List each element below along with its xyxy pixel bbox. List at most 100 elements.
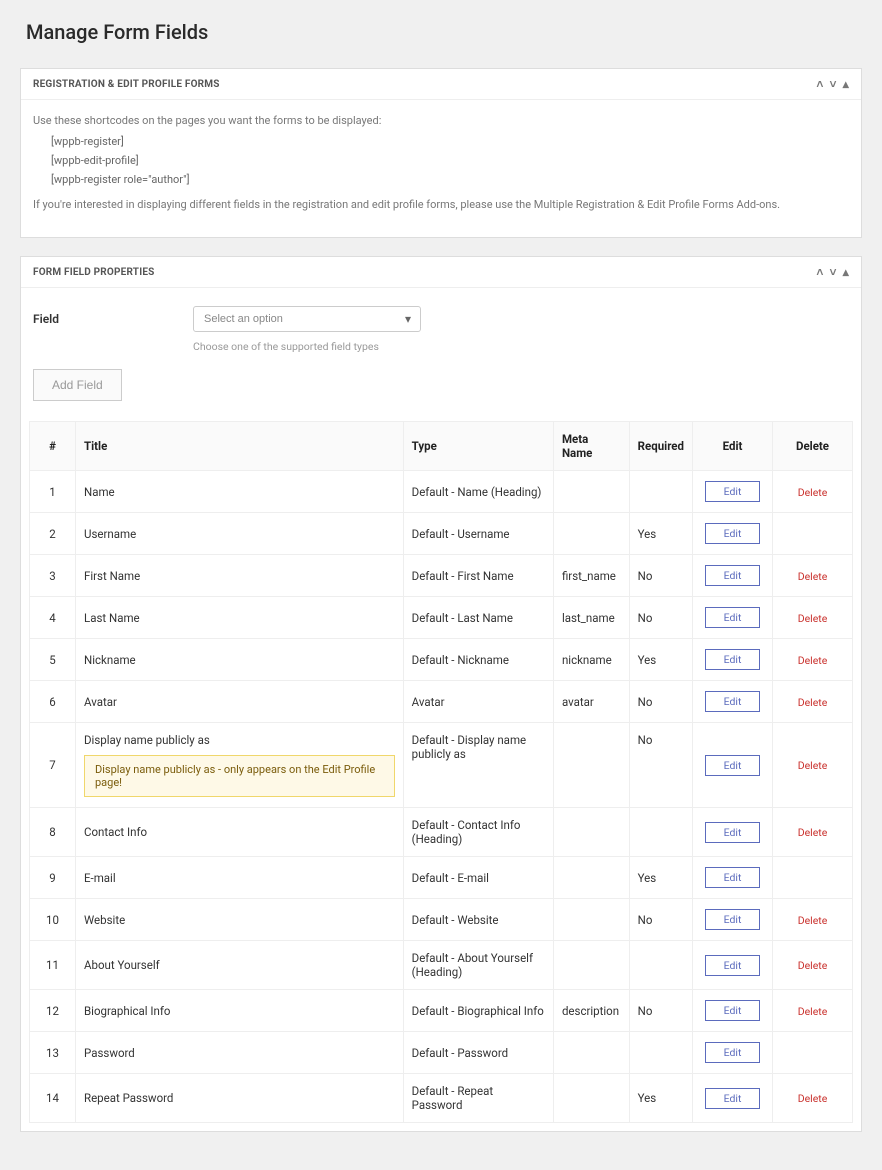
chevron-up-icon[interactable]: ˄ (816, 77, 823, 91)
collapse-icon[interactable]: ▴ (843, 77, 849, 91)
cell-edit: Edit (693, 899, 773, 941)
cell-required: No (629, 723, 692, 808)
cell-delete (773, 857, 853, 899)
delete-link[interactable]: Delete (798, 486, 828, 499)
cell-required: No (629, 555, 692, 597)
cell-delete (773, 1032, 853, 1074)
edit-button[interactable]: Edit (705, 481, 761, 502)
edit-button[interactable]: Edit (705, 909, 761, 930)
cell-title: Biographical Info (76, 990, 404, 1032)
col-type: Type (403, 422, 553, 471)
cell-meta: last_name (553, 597, 629, 639)
edit-button[interactable]: Edit (705, 565, 761, 586)
field-type-select[interactable]: Select an option (193, 306, 421, 332)
delete-link[interactable]: Delete (798, 570, 828, 583)
cell-title: Name (76, 471, 404, 513)
cell-required: No (629, 899, 692, 941)
fields-table: # Title Type Meta Name Required Edit Del… (29, 421, 853, 1123)
col-num: # (30, 422, 76, 471)
edit-button[interactable]: Edit (705, 822, 761, 843)
cell-type: Default - E-mail (403, 857, 553, 899)
delete-link[interactable]: Delete (798, 959, 828, 972)
edit-button[interactable]: Edit (705, 1042, 761, 1063)
field-label: Field (33, 312, 193, 326)
delete-link[interactable]: Delete (798, 654, 828, 667)
table-row: 10WebsiteDefault - WebsiteNoEditDelete (30, 899, 853, 941)
cell-type: Default - About Yourself (Heading) (403, 941, 553, 990)
cell-meta (553, 723, 629, 808)
field-type-row: Field Select an option (21, 288, 861, 338)
cell-title: Contact Info (76, 808, 404, 857)
edit-button[interactable]: Edit (705, 523, 761, 544)
cell-meta (553, 471, 629, 513)
table-row: 2UsernameDefault - UsernameYesEdit (30, 513, 853, 555)
cell-delete: Delete (773, 1074, 853, 1123)
add-field-button[interactable]: Add Field (33, 369, 122, 401)
field-type-select-wrap: Select an option (193, 306, 421, 332)
table-row: 6AvatarAvataravatarNoEditDelete (30, 681, 853, 723)
cell-title: Repeat Password (76, 1074, 404, 1123)
delete-link[interactable]: Delete (798, 759, 828, 772)
cell-required: No (629, 597, 692, 639)
chevron-down-icon[interactable]: ˅ (830, 77, 837, 91)
cell-num: 1 (30, 471, 76, 513)
table-row: 5NicknameDefault - NicknamenicknameYesEd… (30, 639, 853, 681)
delete-link[interactable]: Delete (798, 914, 828, 927)
cell-title: Avatar (76, 681, 404, 723)
panel-header: Form Field Properties ˄ ˅ ▴ (21, 257, 861, 288)
cell-type: Default - Biographical Info (403, 990, 553, 1032)
cell-required: Yes (629, 1074, 692, 1123)
delete-link[interactable]: Delete (798, 1092, 828, 1105)
edit-button[interactable]: Edit (705, 1000, 761, 1021)
edit-button[interactable]: Edit (705, 867, 761, 888)
panel-registration-forms: Registration & Edit Profile Forms ˄ ˅ ▴ … (20, 68, 862, 238)
cell-required: Yes (629, 857, 692, 899)
table-row: 4Last NameDefault - Last Namelast_nameNo… (30, 597, 853, 639)
edit-button[interactable]: Edit (705, 649, 761, 670)
shortcode-item: [wppb-register] (51, 135, 849, 148)
edit-button[interactable]: Edit (705, 1088, 761, 1109)
panel-header: Registration & Edit Profile Forms ˄ ˅ ▴ (21, 69, 861, 100)
col-edit: Edit (693, 422, 773, 471)
cell-meta (553, 941, 629, 990)
delete-link[interactable]: Delete (798, 612, 828, 625)
chevron-down-icon[interactable]: ˅ (830, 265, 837, 279)
table-row: 14Repeat PasswordDefault - Repeat Passwo… (30, 1074, 853, 1123)
cell-delete: Delete (773, 723, 853, 808)
cell-num: 5 (30, 639, 76, 681)
cell-delete: Delete (773, 555, 853, 597)
table-row: 8Contact InfoDefault - Contact Info (Hea… (30, 808, 853, 857)
cell-num: 4 (30, 597, 76, 639)
field-type-hint: Choose one of the supported field types (193, 338, 861, 369)
edit-button[interactable]: Edit (705, 955, 761, 976)
edit-button[interactable]: Edit (705, 691, 761, 712)
cell-delete: Delete (773, 808, 853, 857)
cell-edit: Edit (693, 555, 773, 597)
collapse-icon[interactable]: ▴ (843, 265, 849, 279)
cell-edit: Edit (693, 513, 773, 555)
note-text: If you're interested in displaying diffe… (33, 198, 849, 211)
cell-required (629, 808, 692, 857)
edit-button[interactable]: Edit (705, 607, 761, 628)
cell-meta (553, 857, 629, 899)
edit-button[interactable]: Edit (705, 755, 761, 776)
cell-num: 9 (30, 857, 76, 899)
delete-link[interactable]: Delete (798, 826, 828, 839)
table-row: 11About YourselfDefault - About Yourself… (30, 941, 853, 990)
cell-type: Default - Contact Info (Heading) (403, 808, 553, 857)
cell-required: No (629, 990, 692, 1032)
cell-title: First Name (76, 555, 404, 597)
cell-title: Password (76, 1032, 404, 1074)
cell-edit: Edit (693, 941, 773, 990)
cell-title: Nickname (76, 639, 404, 681)
col-delete: Delete (773, 422, 853, 471)
panel-header-title: Registration & Edit Profile Forms (33, 79, 220, 90)
delete-link[interactable]: Delete (798, 1005, 828, 1018)
cell-title: Last Name (76, 597, 404, 639)
table-row: 13PasswordDefault - PasswordEdit (30, 1032, 853, 1074)
delete-link[interactable]: Delete (798, 696, 828, 709)
cell-type: Default - First Name (403, 555, 553, 597)
cell-num: 3 (30, 555, 76, 597)
cell-title: Username (76, 513, 404, 555)
chevron-up-icon[interactable]: ˄ (816, 265, 823, 279)
